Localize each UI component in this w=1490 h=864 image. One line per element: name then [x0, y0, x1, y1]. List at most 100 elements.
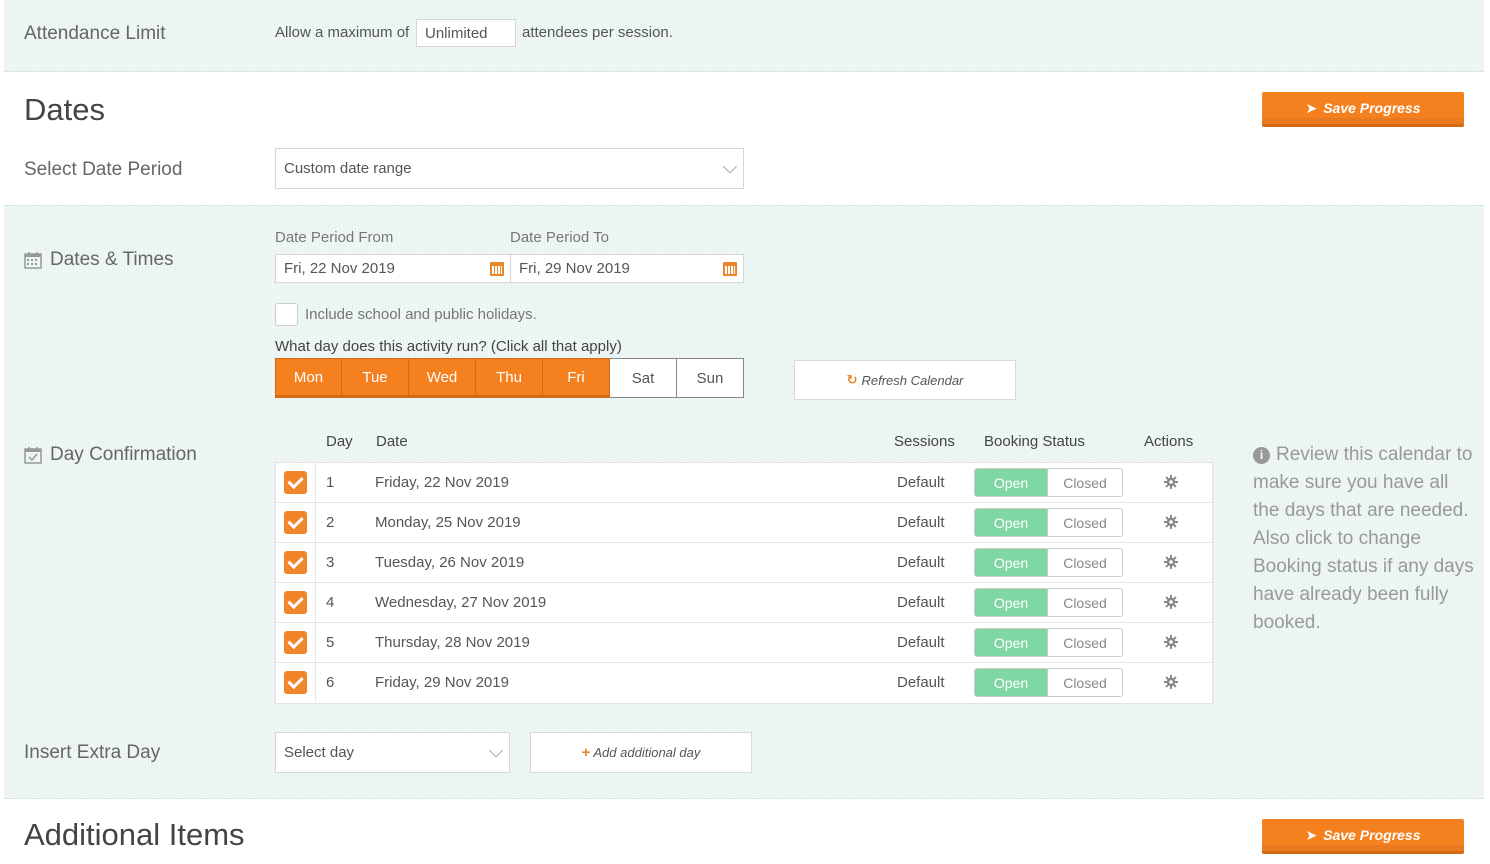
refresh-calendar-button[interactable]: ↻ Refresh Calendar: [794, 360, 1016, 400]
date-from-input[interactable]: Fri, 22 Nov 2019: [275, 254, 511, 283]
day-number: 3: [326, 554, 335, 571]
booking-status-toggle: Open Closed: [974, 588, 1123, 617]
save-progress-button[interactable]: ➤ Save Progress: [1262, 92, 1464, 127]
select-date-period-label: Select Date Period: [24, 159, 183, 180]
checkbox-cell: [276, 583, 316, 622]
status-closed-button[interactable]: Closed: [1048, 669, 1122, 696]
header-date: Date: [376, 433, 408, 450]
table-row: 1 Friday, 22 Nov 2019 Default Open Close…: [276, 463, 1212, 503]
save-progress-button[interactable]: ➤ Save Progress: [1262, 819, 1464, 854]
day-number: 1: [326, 474, 335, 491]
header-actions: Actions: [1144, 433, 1194, 450]
gear-icon[interactable]: [1164, 555, 1178, 569]
day-number: 6: [326, 674, 335, 691]
dates-times-label: Dates & Times: [24, 249, 174, 271]
calendar-info: i Review this calendar to make sure you h…: [1253, 441, 1475, 637]
attendance-section: Attendance Limit Allow a maximum of Unli…: [4, 0, 1484, 72]
date-to-input[interactable]: Fri, 29 Nov 2019: [510, 254, 744, 283]
day-date: Friday, 29 Nov 2019: [375, 674, 509, 691]
attendance-prefix: Allow a maximum of: [275, 24, 410, 41]
status-open-button[interactable]: Open: [975, 589, 1048, 616]
day-checkbox[interactable]: [284, 471, 307, 494]
status-closed-button[interactable]: Closed: [1048, 509, 1122, 536]
header-day: Day: [326, 433, 353, 450]
day-date: Monday, 25 Nov 2019: [375, 514, 521, 531]
status-closed-button[interactable]: Closed: [1048, 589, 1122, 616]
date-to-label: Date Period To: [510, 229, 609, 246]
booking-status-toggle: Open Closed: [974, 468, 1123, 497]
table-row: 4 Wednesday, 27 Nov 2019 Default Open Cl…: [276, 583, 1212, 623]
checkbox-cell: [276, 503, 316, 542]
day-checkbox[interactable]: [284, 671, 307, 694]
gear-icon[interactable]: [1164, 635, 1178, 649]
gear-icon[interactable]: [1164, 595, 1178, 609]
day-date: Tuesday, 26 Nov 2019: [375, 554, 525, 571]
gear-icon[interactable]: [1164, 475, 1178, 489]
day-confirmation-table: 1 Friday, 22 Nov 2019 Default Open Close…: [275, 462, 1213, 704]
chevron-down-icon: [722, 158, 738, 174]
chevron-right-icon: ➤: [1305, 99, 1318, 116]
refresh-icon: ↻: [846, 372, 858, 387]
day-button-fri[interactable]: Fri: [543, 358, 610, 398]
day-checkbox[interactable]: [284, 631, 307, 654]
day-confirmation-label: Day Confirmation: [24, 444, 197, 466]
day-number: 4: [326, 594, 335, 611]
day-number: 2: [326, 514, 335, 531]
days-question: What day does this activity run? (Click …: [275, 338, 622, 355]
date-from-label: Date Period From: [275, 229, 394, 246]
date-period-value: Custom date range: [284, 160, 412, 177]
calendar-picker-icon[interactable]: [723, 262, 737, 276]
chevron-right-icon: ➤: [1305, 826, 1318, 843]
day-checkbox[interactable]: [284, 591, 307, 614]
extra-day-value: Select day: [284, 744, 355, 761]
checkbox-cell: [276, 623, 316, 662]
day-date: Wednesday, 27 Nov 2019: [375, 594, 547, 611]
header-sessions: Sessions: [894, 433, 955, 450]
day-button-sat[interactable]: Sat: [610, 358, 677, 398]
save-progress-label: Save Progress: [1323, 827, 1421, 843]
table-row: 3 Tuesday, 26 Nov 2019 Default Open Clos…: [276, 543, 1212, 583]
add-additional-day-button[interactable]: + Add additional day: [530, 732, 752, 773]
day-checkbox[interactable]: [284, 511, 307, 534]
calendar-picker-icon[interactable]: [490, 262, 504, 276]
chevron-down-icon: [488, 742, 504, 758]
status-closed-button[interactable]: Closed: [1048, 469, 1122, 496]
additional-items-title: Additional Items: [24, 817, 245, 852]
day-button-mon[interactable]: Mon: [275, 358, 342, 398]
status-open-button[interactable]: Open: [975, 629, 1048, 656]
date-from-value: Fri, 22 Nov 2019: [284, 260, 395, 277]
day-checkbox[interactable]: [284, 551, 307, 574]
refresh-calendar-label: Refresh Calendar: [861, 372, 964, 388]
plus-icon: +: [581, 744, 591, 761]
gear-icon[interactable]: [1164, 675, 1178, 689]
weekday-selector: Mon Tue Wed Thu Fri Sat Sun: [275, 358, 744, 398]
checkbox-cell: [276, 663, 316, 702]
booking-status-toggle: Open Closed: [974, 508, 1123, 537]
day-sessions: Default: [897, 634, 945, 651]
holidays-checkbox[interactable]: [275, 303, 298, 326]
status-open-button[interactable]: Open: [975, 549, 1048, 576]
day-button-thu[interactable]: Thu: [476, 358, 543, 398]
gear-icon[interactable]: [1164, 515, 1178, 529]
day-sessions: Default: [897, 514, 945, 531]
day-sessions: Default: [897, 474, 945, 491]
extra-day-select[interactable]: Select day: [275, 732, 510, 773]
status-open-button[interactable]: Open: [975, 469, 1048, 496]
status-open-button[interactable]: Open: [975, 669, 1048, 696]
status-open-button[interactable]: Open: [975, 509, 1048, 536]
attendance-limit-input[interactable]: Unlimited: [416, 19, 516, 47]
additional-items-section: Additional Items ➤ Save Progress: [4, 799, 1484, 864]
status-closed-button[interactable]: Closed: [1048, 549, 1122, 576]
day-button-tue[interactable]: Tue: [342, 358, 409, 398]
calendar-icon: [24, 252, 42, 269]
day-date: Friday, 22 Nov 2019: [375, 474, 509, 491]
date-to-value: Fri, 29 Nov 2019: [519, 260, 630, 277]
holidays-label: Include school and public holidays.: [305, 306, 537, 323]
day-button-wed[interactable]: Wed: [409, 358, 476, 398]
status-closed-button[interactable]: Closed: [1048, 629, 1122, 656]
add-additional-day-label: Add additional day: [593, 745, 701, 760]
day-button-sun[interactable]: Sun: [677, 358, 744, 398]
date-period-select[interactable]: Custom date range: [275, 148, 744, 189]
calendar-check-icon: [24, 447, 42, 464]
table-row: 2 Monday, 25 Nov 2019 Default Open Close…: [276, 503, 1212, 543]
